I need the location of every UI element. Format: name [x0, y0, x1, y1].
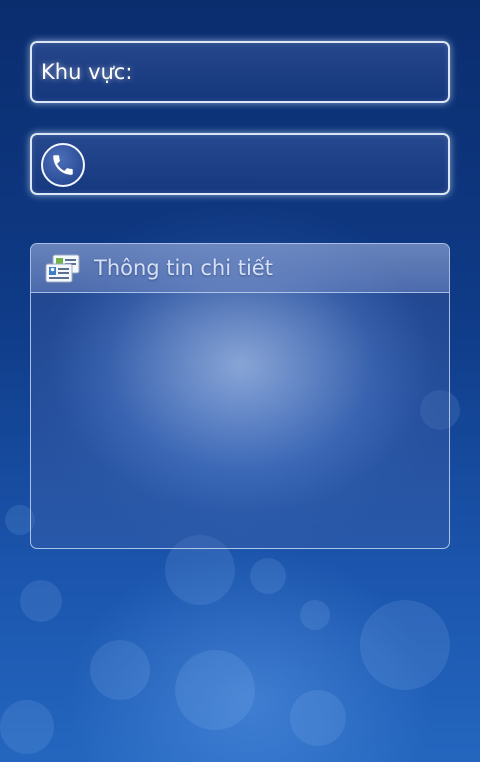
bokeh-dot: [90, 640, 150, 700]
bokeh-dot: [20, 580, 62, 622]
bokeh-dot: [300, 600, 330, 630]
region-field[interactable]: Khu vực:: [30, 41, 450, 103]
detail-panel: Thông tin chi tiết: [30, 243, 450, 549]
phone-field[interactable]: [30, 133, 450, 195]
bokeh-dot: [250, 558, 286, 594]
bokeh-dot: [0, 700, 54, 754]
bokeh-dot: [290, 690, 346, 746]
bokeh-dot: [360, 600, 450, 690]
contact-card-icon: [44, 253, 82, 285]
detail-panel-title: Thông tin chi tiết: [94, 256, 273, 280]
phone-icon: [41, 143, 85, 187]
bokeh-dot: [175, 650, 255, 730]
region-label: Khu vực:: [41, 60, 133, 84]
detail-panel-header: Thông tin chi tiết: [31, 244, 449, 293]
